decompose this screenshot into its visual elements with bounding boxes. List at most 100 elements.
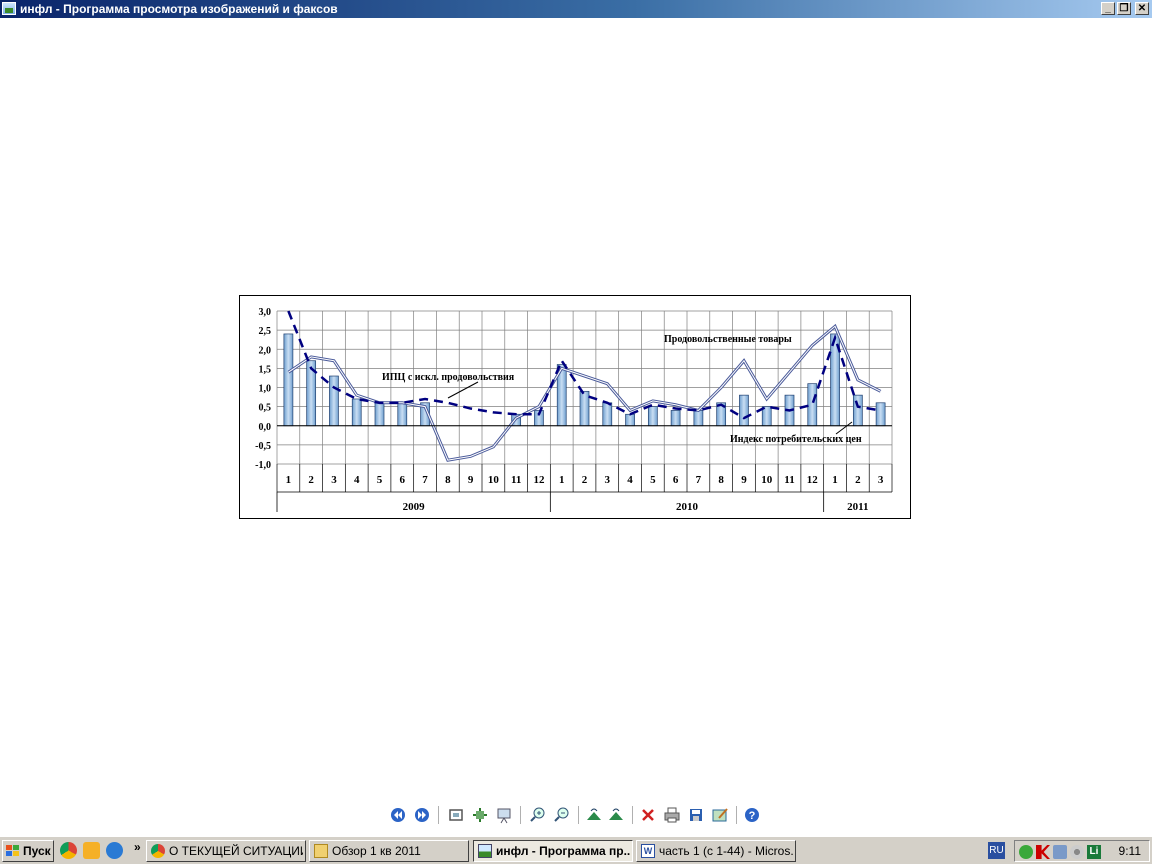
x-tick-label: 9 (468, 474, 474, 486)
task-button-word[interactable]: W часть 1 (с 1-44) - Micros... (636, 840, 796, 862)
word-icon: W (641, 844, 655, 858)
bar-month-4 (351, 398, 362, 427)
y-tick-label: -0,5 (255, 441, 271, 452)
antivirus-tray-icon[interactable] (1036, 845, 1050, 859)
x-tick-label: 11 (784, 474, 794, 486)
delete-icon (642, 809, 654, 821)
bar-month-26 (852, 394, 863, 427)
x-tick-label: 8 (445, 474, 451, 486)
x-tick-label: 7 (696, 474, 702, 486)
year-label-2010: 2010 (676, 501, 699, 513)
actual-size-icon (473, 808, 487, 822)
image-viewer-icon (478, 844, 492, 858)
settings-tray-icon[interactable] (1070, 845, 1084, 859)
x-tick-label: 2 (308, 474, 314, 486)
network-tray-icon[interactable] (1019, 845, 1033, 859)
y-tick-label: 3,0 (259, 307, 272, 318)
task-button-chrome[interactable]: О ТЕКУЩЕЙ СИТУАЦИИ... (146, 840, 306, 862)
x-tick-label: 1 (286, 474, 292, 486)
bar-month-1 (283, 333, 294, 427)
internet-explorer-icon[interactable] (106, 842, 123, 859)
bar-month-3 (329, 375, 339, 427)
annotation-food-goods: Продовольственные товары (664, 334, 792, 345)
start-button[interactable]: Пуск (2, 840, 54, 862)
edit-image-icon (712, 808, 728, 822)
zoom-out-icon (554, 807, 569, 822)
rotate-clockwise-button[interactable] (584, 805, 604, 825)
x-tick-label: 1 (832, 474, 838, 486)
best-fit-button[interactable] (446, 805, 466, 825)
copy-to-button[interactable] (686, 805, 706, 825)
zoom-in-icon (530, 807, 545, 822)
y-tick-label: 2,0 (259, 345, 272, 356)
language-indicator[interactable]: RU (988, 842, 1005, 859)
zoom-out-button[interactable] (552, 805, 572, 825)
previous-image-button[interactable] (388, 805, 408, 825)
help-icon: ? (745, 808, 759, 822)
chrome-quicklaunch-icon[interactable] (60, 842, 77, 859)
inflation-chart: 3,02,52,01,51,00,50,0-0,5-1,01 2 3 4 5 6 7 8 9 10… (255, 307, 893, 513)
year-label-2009: 2009 (403, 501, 426, 513)
folder-icon (314, 844, 328, 858)
bar-month-21 (739, 394, 749, 427)
x-tick-label: 11 (511, 474, 521, 486)
task-button-image-viewer[interactable]: инфл - Программа пр... (473, 840, 633, 862)
y-tick-label: 1,5 (259, 364, 272, 375)
slideshow-button[interactable] (494, 805, 514, 825)
bar-month-14 (579, 390, 590, 427)
print-button[interactable] (662, 805, 682, 825)
x-tick-label: 2 (855, 474, 861, 486)
x-tick-label: 10 (488, 474, 500, 486)
rotate-counterclockwise-icon (609, 808, 623, 820)
save-icon (690, 809, 702, 821)
x-tick-label: 4 (627, 474, 633, 486)
x-tick-label: 12 (533, 474, 545, 486)
slideshow-icon (497, 808, 511, 824)
bar-month-17 (647, 406, 658, 427)
image-viewer-icon (2, 2, 16, 15)
display-tray-icon[interactable] (1053, 845, 1067, 859)
y-tick-label: 2,5 (259, 326, 272, 337)
bar-month-16 (625, 413, 635, 427)
next-image-button[interactable] (412, 805, 432, 825)
help-button[interactable]: ? (742, 805, 762, 825)
x-tick-label: 3 (878, 474, 884, 486)
close-button[interactable]: ✕ (1135, 2, 1149, 15)
bar-month-18 (670, 410, 681, 427)
title-bar[interactable]: инфл - Программа просмотра изображений и… (0, 0, 1152, 18)
minimize-button[interactable]: _ (1101, 2, 1115, 15)
previous-icon (391, 808, 405, 822)
x-tick-label: 6 (673, 474, 679, 486)
x-tick-label: 10 (761, 474, 773, 486)
x-tick-label: 2 (582, 474, 588, 486)
svg-text:?: ? (749, 810, 756, 822)
year-label-2011: 2011 (847, 501, 868, 513)
window-title: инфл - Программа просмотра изображений и… (20, 2, 338, 16)
delete-button[interactable] (638, 805, 658, 825)
viewer-toolbar: ? (386, 803, 766, 827)
next-icon (415, 808, 429, 822)
messenger-tray-icon[interactable]: Li (1087, 845, 1101, 859)
y-tick-label: 0,5 (259, 403, 272, 414)
task-button-folder[interactable]: Обзор 1 кв 2011 (309, 840, 469, 862)
chrome-icon (151, 844, 165, 858)
x-tick-label: 5 (377, 474, 383, 486)
clock-quicklaunch-icon[interactable] (83, 842, 100, 859)
rotate-counterclockwise-button[interactable] (606, 805, 626, 825)
annotation-core-cpi: ИПЦ с искл. продовольствия (382, 372, 515, 383)
x-tick-label: 5 (650, 474, 656, 486)
actual-size-button[interactable] (470, 805, 490, 825)
rotate-clockwise-icon (587, 808, 601, 820)
restore-button[interactable]: ❐ (1117, 2, 1131, 15)
start-label: Пуск (23, 844, 51, 858)
windows-logo-icon (6, 845, 19, 857)
x-tick-label: 8 (718, 474, 724, 486)
chart-image: 3,0 2,5 2,0 1,5 1,0 0,5 0,0 -0,5 -1,0 1 2 3 4 5 6 7 8 9 10… (239, 295, 911, 519)
bar-month-5 (374, 402, 385, 427)
zoom-in-button[interactable] (528, 805, 548, 825)
x-tick-label: 3 (605, 474, 611, 486)
quicklaunch-more[interactable]: » (134, 840, 141, 854)
annotation-cpi: Индекс потребительских цен (730, 434, 862, 445)
open-for-editing-button[interactable] (710, 805, 730, 825)
annotation-core-leader (447, 381, 479, 399)
